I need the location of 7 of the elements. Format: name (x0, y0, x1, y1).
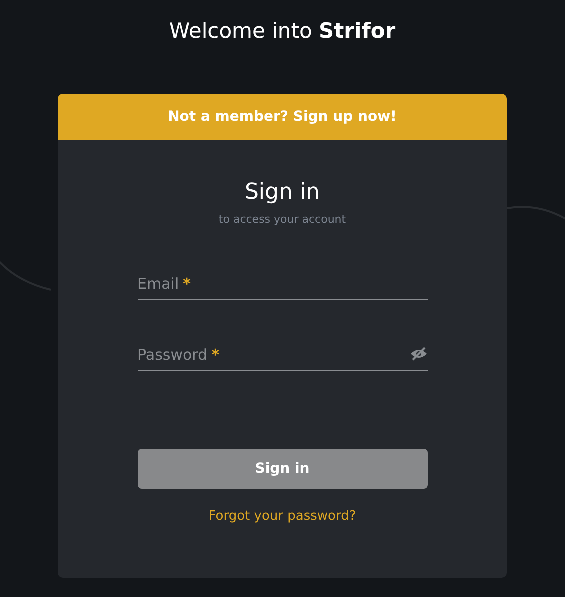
password-field[interactable]: Password * (138, 341, 428, 371)
form-subtitle: to access your account (218, 213, 346, 226)
form-title: Sign in (244, 180, 320, 205)
forgot-password-link[interactable]: Forgot your password? (208, 509, 356, 524)
welcome-heading: Welcome into Strifor (169, 19, 396, 45)
email-field[interactable]: Email * (138, 270, 428, 300)
hidden-eye-icon[interactable] (410, 346, 428, 362)
